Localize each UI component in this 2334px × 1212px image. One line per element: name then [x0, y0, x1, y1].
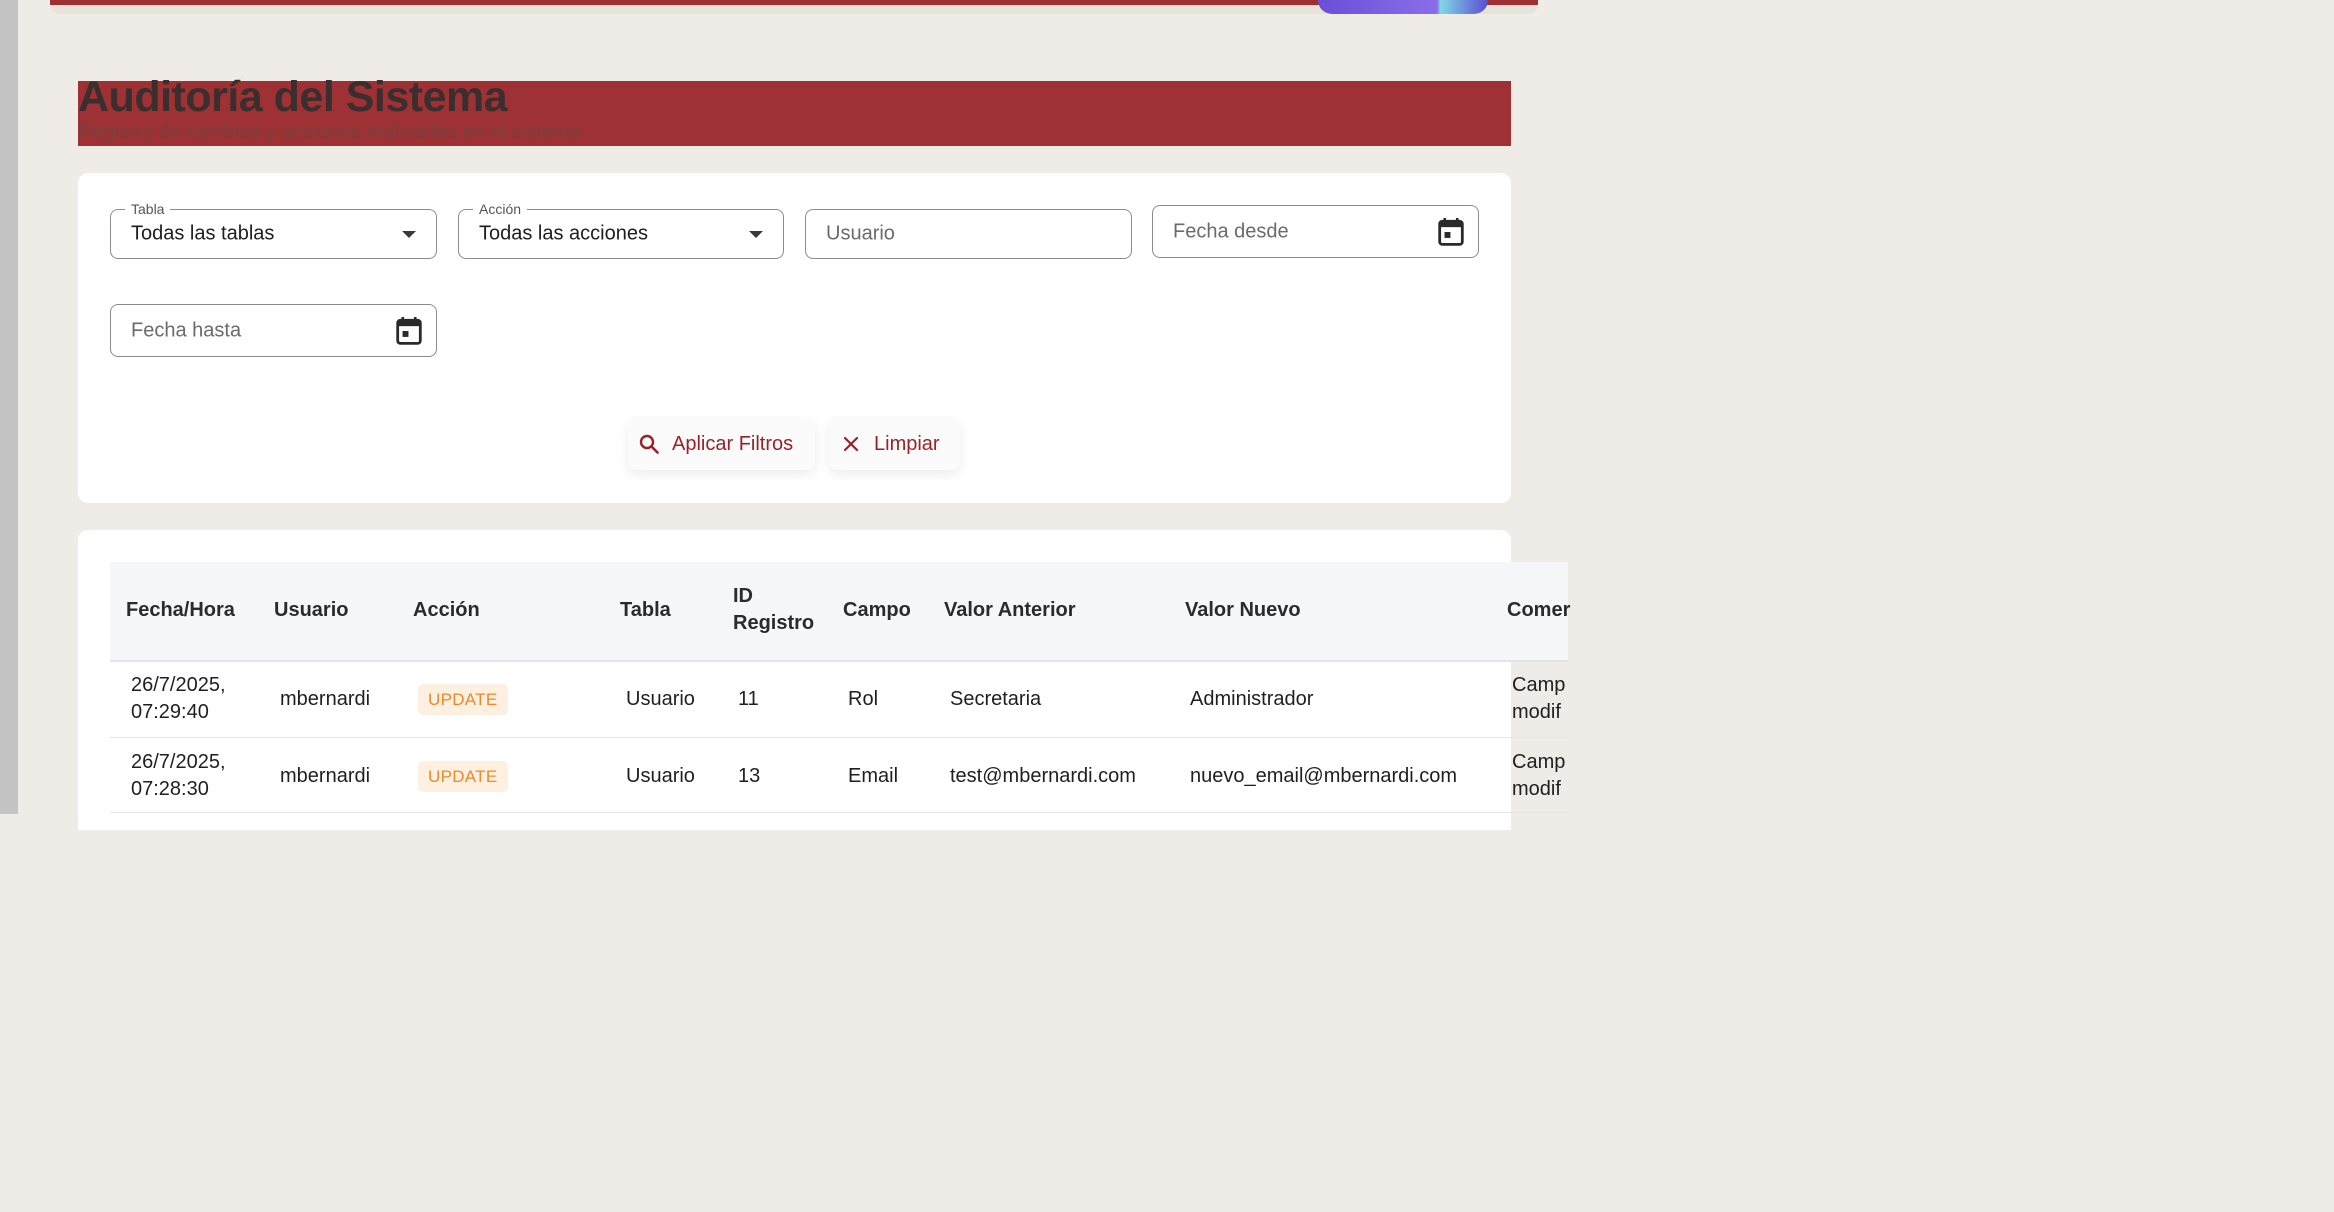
apply-filters-label: Aplicar Filtros	[672, 432, 794, 455]
row-2-time: 07:28:30	[131, 778, 209, 800]
close-icon	[843, 436, 859, 452]
row-1-action-badge: UPDATE	[418, 684, 508, 715]
action-select[interactable]: Acción Todas las acciones	[458, 200, 784, 259]
calendar-icon[interactable]	[396, 316, 422, 345]
user-input[interactable]: Usuario	[805, 209, 1132, 259]
row-2-table: Usuario	[626, 765, 695, 787]
column-header-datetime[interactable]: Fecha/Hora	[126, 597, 235, 624]
user-input-placeholder: Usuario	[826, 222, 895, 245]
chevron-down-icon	[402, 231, 416, 238]
table-select-label: Tabla	[125, 200, 171, 218]
row-divider	[110, 737, 1568, 738]
row-1-record-id: 11	[738, 688, 759, 710]
row-1-comment-line1: Camp	[1512, 674, 1566, 696]
row-1-new-value: Administrador	[1190, 688, 1314, 710]
row-2-comment-line1: Camp	[1512, 751, 1566, 773]
calendar-icon[interactable]	[1438, 217, 1464, 246]
column-header-new-value[interactable]: Valor Nuevo	[1185, 597, 1301, 624]
row-2-user: mbernardi	[280, 765, 371, 787]
column-header-record-id-line2[interactable]: Registro	[733, 610, 814, 637]
column-header-comment[interactable]: Comer	[1507, 597, 1570, 624]
column-header-table[interactable]: Tabla	[620, 597, 671, 624]
chevron-down-icon	[749, 231, 763, 238]
row-1-time: 07:29:40	[131, 701, 209, 723]
action-select-value: Todas las acciones	[479, 222, 648, 245]
top-navbar	[50, 0, 1538, 14]
row-divider	[110, 812, 1568, 813]
column-header-field[interactable]: Campo	[843, 597, 911, 624]
page-title: Auditoría del Sistema	[78, 73, 508, 121]
row-1-comment-line2: modif	[1512, 701, 1561, 723]
row-1-user: mbernardi	[280, 688, 371, 710]
row-2-date: 26/7/2025,	[131, 751, 226, 773]
action-select-label: Acción	[473, 200, 528, 218]
table-select[interactable]: Tabla Todas las tablas	[110, 200, 437, 259]
apply-filters-button[interactable]: Aplicar Filtros	[628, 418, 815, 470]
row-2-record-id: 13	[738, 765, 761, 787]
table-select-value: Todas las tablas	[131, 222, 275, 245]
date-to-input[interactable]: Fecha hasta	[110, 304, 437, 357]
date-to-placeholder: Fecha hasta	[131, 319, 242, 341]
row-2-old-value: test@mbernardi.com	[950, 765, 1136, 787]
search-icon	[639, 434, 659, 454]
column-header-old-value[interactable]: Valor Anterior	[944, 597, 1076, 624]
row-1-date: 26/7/2025,	[131, 674, 226, 696]
column-header-action[interactable]: Acción	[413, 597, 480, 624]
row-2-field: Email	[848, 765, 899, 787]
window-left-gutter	[0, 0, 18, 814]
row-1-field: Rol	[848, 688, 879, 710]
clear-filters-label: Limpiar	[874, 432, 940, 455]
row-2-comment-line2: modif	[1512, 778, 1561, 800]
column-header-record-id-line1[interactable]: ID	[733, 583, 753, 610]
row-2-new-value: nuevo_email@mbernardi.com	[1190, 765, 1458, 787]
navbar-accent-stripe	[50, 0, 1538, 5]
page-subtitle: Registro de cambios y acciones realizada…	[78, 121, 581, 143]
clear-filters-button[interactable]: Limpiar	[829, 418, 960, 470]
row-1-table: Usuario	[626, 688, 695, 710]
navbar-decoration	[1318, 0, 1488, 14]
row-2-action-badge: UPDATE	[418, 761, 508, 792]
row-1-old-value: Secretaria	[950, 688, 1042, 710]
date-from-placeholder: Fecha desde	[1173, 220, 1289, 242]
date-from-input[interactable]: Fecha desde	[1152, 205, 1479, 258]
column-header-user[interactable]: Usuario	[274, 597, 348, 624]
